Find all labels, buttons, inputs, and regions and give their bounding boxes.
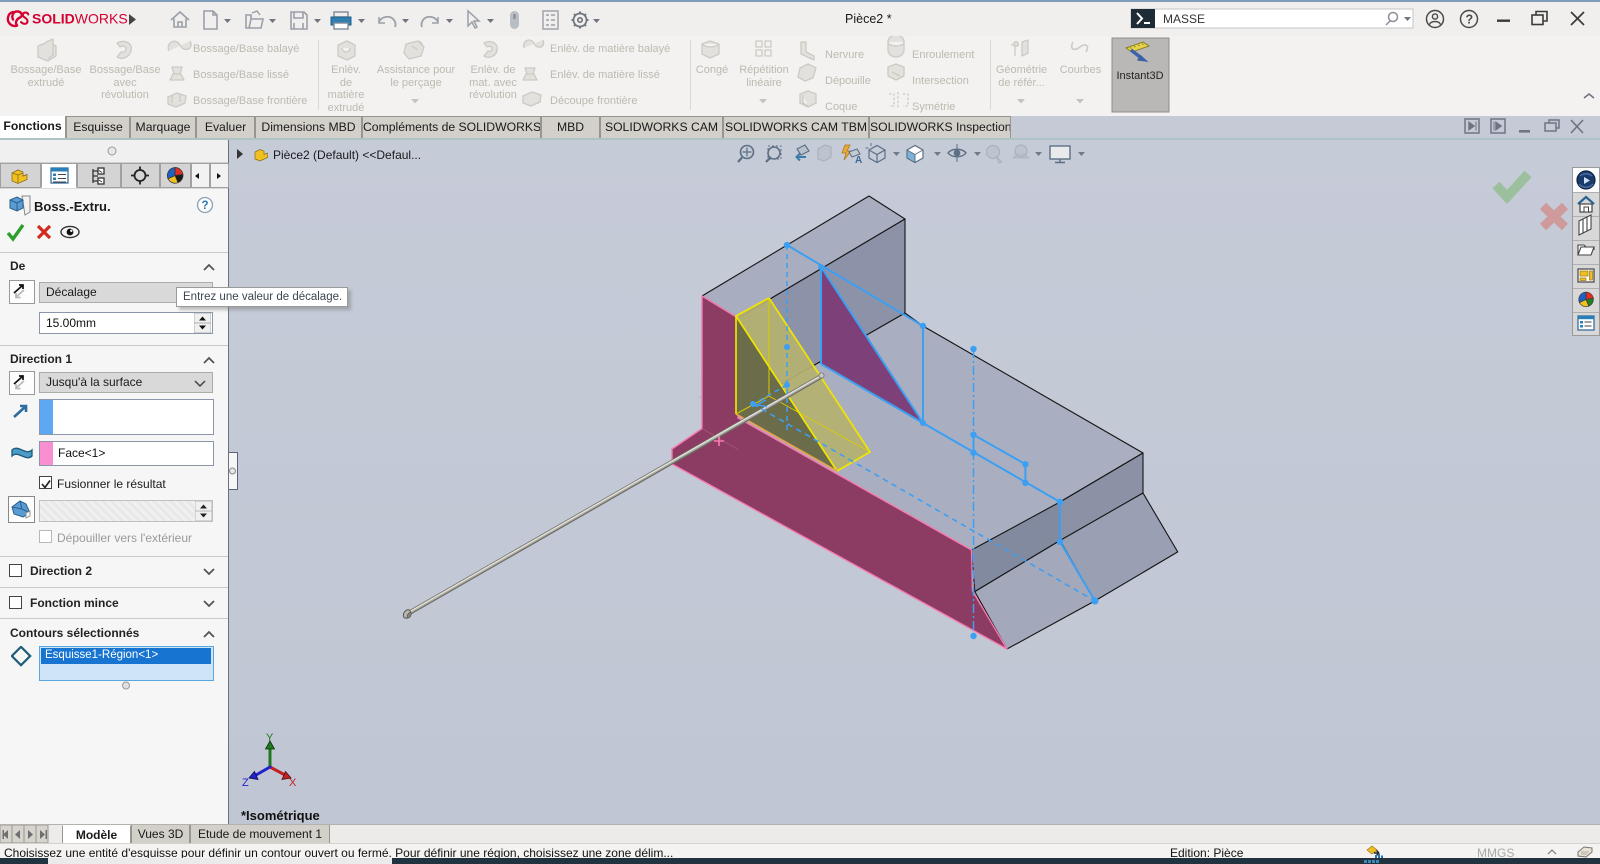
svg-text:MASSE: MASSE	[1163, 12, 1205, 26]
svg-text:?: ?	[201, 200, 208, 212]
svg-text:Y: Y	[266, 732, 274, 744]
svg-text:Pièce2 (Default) <<Defaul...: Pièce2 (Default) <<Defaul...	[273, 148, 421, 162]
svg-text:A: A	[855, 155, 862, 166]
svg-text:SOLIDWORKS: SOLIDWORKS	[32, 11, 128, 27]
svg-text:X: X	[289, 777, 297, 789]
svg-text:?: ?	[1466, 13, 1474, 27]
svg-text:Z: Z	[242, 777, 249, 789]
svg-text:*Isométrique: *Isométrique	[241, 808, 320, 823]
svg-text:Instant3D: Instant3D	[1116, 70, 1163, 82]
